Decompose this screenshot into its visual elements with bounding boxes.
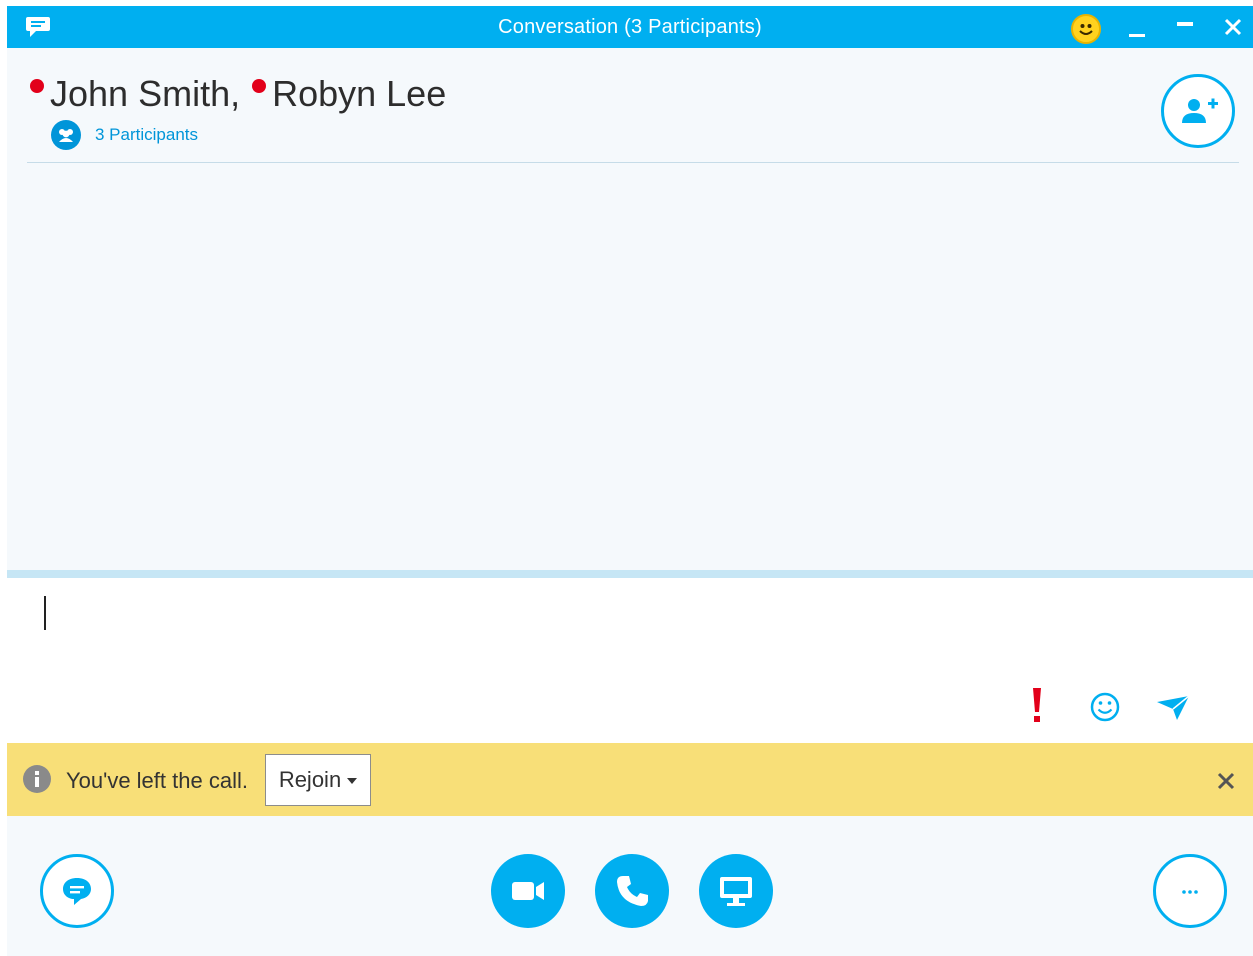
close-icon[interactable] xyxy=(1215,770,1237,792)
add-participant-button[interactable] xyxy=(1161,74,1235,148)
exclamation-icon[interactable] xyxy=(1027,686,1047,726)
notification-message: You've left the call. xyxy=(66,768,248,793)
rejoin-label: Rejoin xyxy=(278,767,342,792)
close-button[interactable] xyxy=(1215,12,1251,42)
smiley-outline-icon[interactable] xyxy=(1088,690,1122,724)
participant-count-link[interactable]: 3 Participants xyxy=(51,120,198,150)
conversation-header: John Smith, Robyn Lee 3 Participants xyxy=(27,48,1239,163)
message-input[interactable] xyxy=(47,596,947,630)
compose-area xyxy=(7,578,1253,743)
call-ended-notification: You've left the call. Rejoin xyxy=(7,743,1253,816)
participant-count-label[interactable]: 3 Participants xyxy=(95,125,198,145)
conversation-history[interactable] xyxy=(7,164,1253,570)
more-options-button[interactable] xyxy=(1153,854,1227,928)
monitor-icon xyxy=(720,877,752,906)
text-caret xyxy=(44,596,46,630)
im-button[interactable] xyxy=(40,854,114,928)
participant-name[interactable]: John Smith, xyxy=(50,73,240,115)
rejoin-button[interactable]: Rejoin xyxy=(265,754,371,806)
info-icon xyxy=(23,765,51,793)
send-arrow-icon[interactable] xyxy=(1155,690,1191,724)
conversation-toolbar xyxy=(7,816,1253,956)
conversation-window: Conversation (3 Participants) John Smith… xyxy=(7,6,1253,956)
present-button[interactable] xyxy=(699,854,773,928)
window-title: Conversation (3 Participants) xyxy=(498,16,762,38)
compose-divider[interactable] xyxy=(7,570,1253,578)
presence-busy-icon xyxy=(30,79,44,93)
participants-group-icon xyxy=(51,120,81,150)
chevron-down-icon xyxy=(347,778,358,784)
maximize-button[interactable] xyxy=(1167,12,1203,42)
title-bar: Conversation (3 Participants) xyxy=(7,6,1253,48)
smiley-icon[interactable] xyxy=(1071,14,1101,44)
video-button[interactable] xyxy=(491,854,565,928)
add-person-icon xyxy=(1182,98,1218,123)
participant-names: John Smith, Robyn Lee xyxy=(30,72,458,116)
more-options-icon xyxy=(1182,890,1198,894)
call-button[interactable] xyxy=(595,854,669,928)
presence-busy-icon xyxy=(252,79,267,93)
chat-bubble-icon xyxy=(63,878,91,905)
participant-name[interactable]: Robyn Lee xyxy=(272,73,446,115)
minimize-button[interactable] xyxy=(1119,12,1155,42)
phone-icon xyxy=(617,876,648,906)
video-camera-icon xyxy=(512,882,544,900)
